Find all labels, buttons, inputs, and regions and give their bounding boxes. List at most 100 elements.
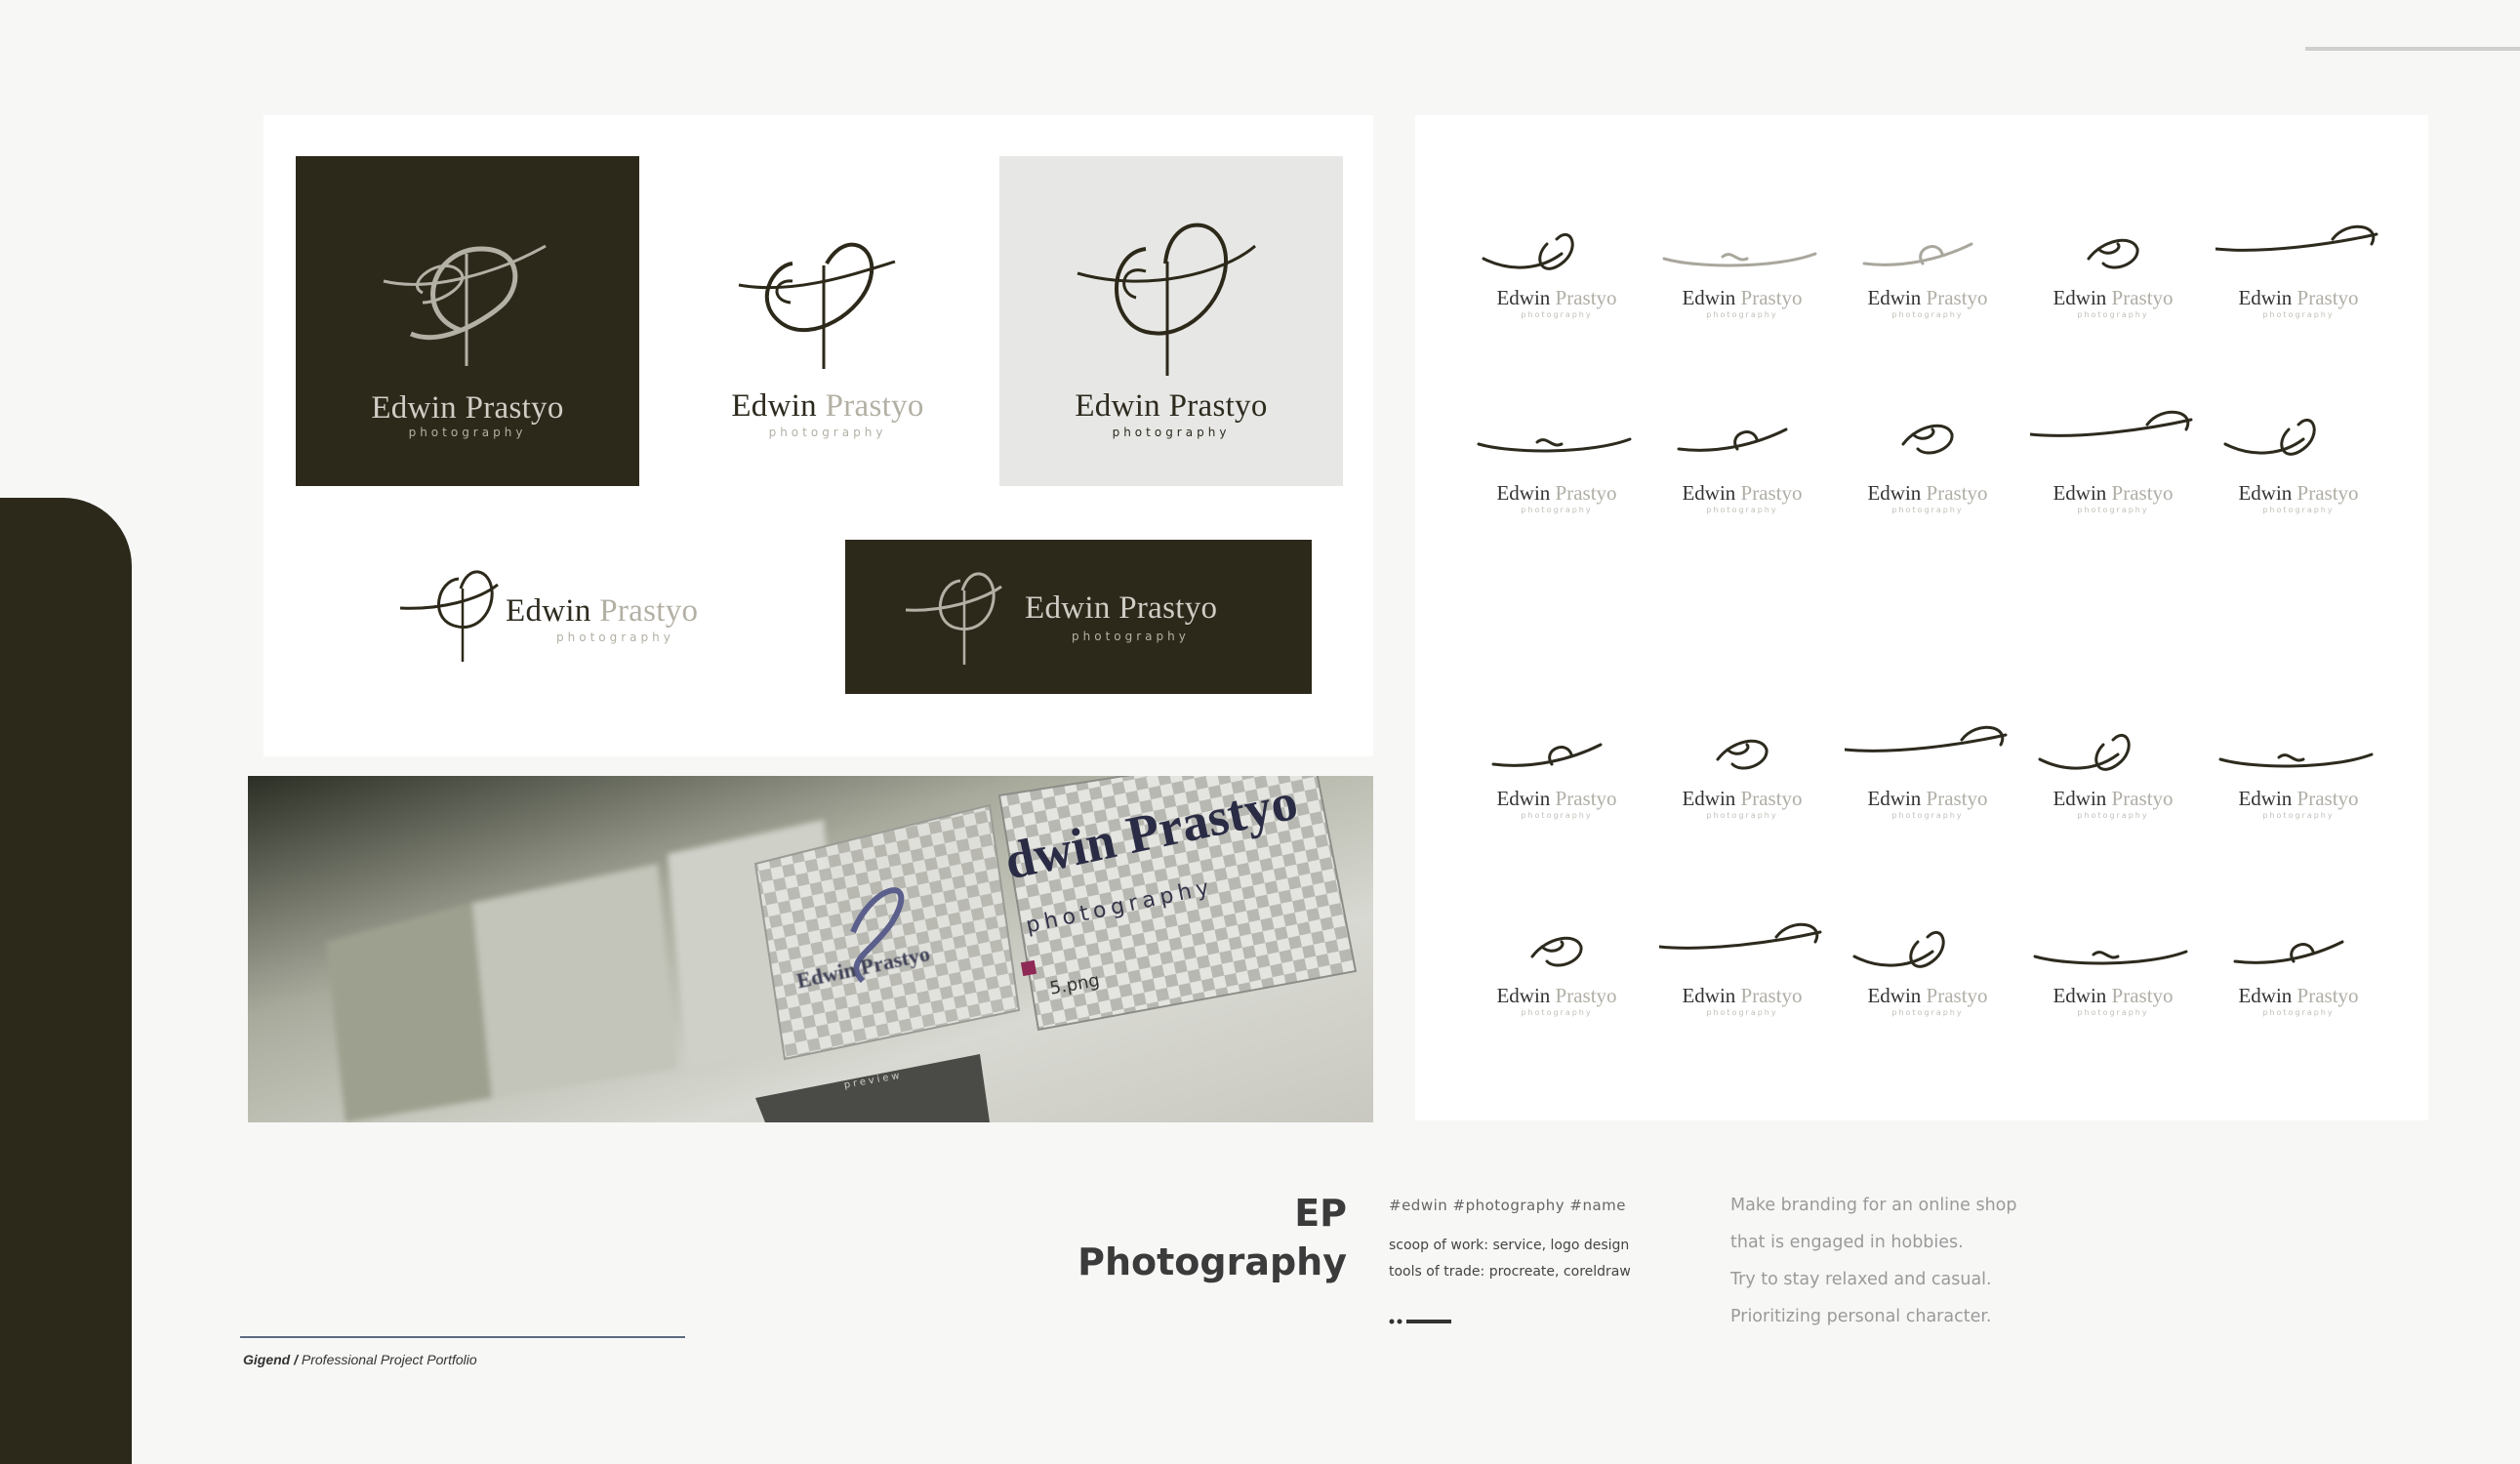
variant-tagline: photography xyxy=(2262,1008,2335,1017)
variant-brand-name: Edwin Prastyo xyxy=(2030,286,2196,310)
variant-first-name: Edwin xyxy=(1496,481,1551,505)
signature-variant: Edwin Prastyo photography xyxy=(2215,395,2381,542)
project-title-line1: EP xyxy=(1294,1192,1347,1235)
brand-first: Edwin xyxy=(371,390,457,426)
signature-mark-icon xyxy=(2033,950,2188,965)
variant-first-name: Edwin xyxy=(2238,286,2293,309)
variant-brand-name: Edwin Prastyo xyxy=(2030,984,2196,1008)
signature-mark-icon xyxy=(2087,238,2139,269)
brand-tagline: photography xyxy=(556,630,674,644)
variant-first-name: Edwin xyxy=(1867,481,1922,505)
variant-brand-name: Edwin Prastyo xyxy=(2030,787,2196,811)
variant-brand-name: Edwin Prastyo xyxy=(1474,787,1640,811)
variant-last-name: Prastyo xyxy=(2292,787,2359,810)
project-title: EP Photography xyxy=(1074,1189,1347,1286)
variant-tagline: photography xyxy=(1891,1008,1964,1017)
brand-last: Prastyo xyxy=(825,388,924,424)
variant-first-name: Edwin xyxy=(2053,286,2107,309)
variant-brand-name: Edwin Prastyo xyxy=(1474,286,1640,310)
tools-of-trade: tools of trade: procreate, coreldraw xyxy=(1389,1264,1631,1280)
variant-tagline: photography xyxy=(1521,310,1593,319)
description-line: that is engaged in hobbies. xyxy=(1730,1233,1964,1252)
signature-mark-icon xyxy=(1530,936,1583,967)
variant-brand-name: Edwin Prastyo xyxy=(2215,481,2381,506)
signature-mark-icon xyxy=(1491,743,1603,767)
description-line: Make branding for an online shop xyxy=(1730,1196,2017,1215)
signature-variant: Edwin Prastyo photography xyxy=(2030,200,2196,346)
signature-variant: Edwin Prastyo photography xyxy=(1659,395,1825,542)
variant-last-name: Prastyo xyxy=(2106,984,2174,1007)
signature-mark-icon xyxy=(2223,418,2316,456)
progress-dots-icon xyxy=(1389,1319,1451,1324)
logo-tile-white: Edwin Prastyo photography xyxy=(656,156,999,486)
variant-last-name: Prastyo xyxy=(1921,984,1988,1007)
variant-first-name: Edwin xyxy=(1867,787,1922,810)
variant-last-name: Prastyo xyxy=(2292,481,2359,505)
variant-last-name: Prastyo xyxy=(1550,286,1617,309)
variant-first-name: Edwin xyxy=(1867,984,1922,1007)
variant-first-name: Edwin xyxy=(1496,286,1551,309)
variant-brand-name: Edwin Prastyo xyxy=(1659,984,1825,1008)
variant-first-name: Edwin xyxy=(1682,286,1736,309)
brand-first: Edwin xyxy=(506,593,591,629)
signature-mark-icon xyxy=(2215,224,2378,252)
variant-brand-name: Edwin Prastyo xyxy=(2215,984,2381,1008)
brand-first: Edwin xyxy=(731,388,817,424)
signature-variant: Edwin Prastyo photography xyxy=(2215,898,2381,1044)
signature-variant: Edwin Prastyo photography xyxy=(2030,395,2196,542)
variant-first-name: Edwin xyxy=(1867,286,1922,309)
description-line: Prioritizing personal character. xyxy=(1730,1307,1992,1326)
variant-tagline: photography xyxy=(2262,506,2335,514)
variant-last-name: Prastyo xyxy=(1735,481,1803,505)
variant-brand-name: Edwin Prastyo xyxy=(2215,787,2381,811)
variant-tagline: photography xyxy=(1706,310,1778,319)
footer-author: Gigend / xyxy=(243,1352,298,1367)
variant-last-name: Prastyo xyxy=(1550,481,1617,505)
signature-mark-icon xyxy=(2218,752,2374,768)
variant-last-name: Prastyo xyxy=(1921,481,1988,505)
variant-first-name: Edwin xyxy=(2053,984,2107,1007)
description-line: Try to stay relaxed and casual. xyxy=(1730,1270,1992,1289)
project-description: Make branding for an online shop that is… xyxy=(1730,1187,2016,1335)
variant-first-name: Edwin xyxy=(1496,787,1551,810)
signature-variant: Edwin Prastyo photography xyxy=(2030,701,2196,847)
variant-tagline: photography xyxy=(2077,1008,2149,1017)
variant-brand-name: Edwin Prastyo xyxy=(1474,984,1640,1008)
variant-tagline: photography xyxy=(1891,310,1964,319)
logo-horizontal-white: Edwin Prastyo photography xyxy=(400,549,752,696)
variant-tagline: photography xyxy=(1521,811,1593,820)
scope-of-work: scoop of work: service, logo design xyxy=(1389,1238,1630,1253)
variant-brand-name: Edwin Prastyo xyxy=(1845,787,2011,811)
variant-last-name: Prastyo xyxy=(1550,787,1617,810)
brand-last: Prastyo xyxy=(465,390,564,426)
variant-first-name: Edwin xyxy=(2238,787,2293,810)
signature-variant: Edwin Prastyo photography xyxy=(1474,200,1640,346)
side-accent-panel xyxy=(0,498,132,1464)
variant-tagline: photography xyxy=(2077,811,2149,820)
signature-variant: Edwin Prastyo photography xyxy=(1659,200,1825,346)
variant-brand-name: Edwin Prastyo xyxy=(1845,481,2011,506)
variant-brand-name: Edwin Prastyo xyxy=(1845,984,2011,1008)
variant-last-name: Prastyo xyxy=(2106,286,2174,309)
variant-last-name: Prastyo xyxy=(1921,787,1988,810)
brand-tagline: photography xyxy=(1112,426,1231,439)
logo-tile-dark: Edwin Prastyo photography xyxy=(296,156,639,486)
variant-brand-name: Edwin Prastyo xyxy=(1845,286,2011,310)
variant-tagline: photography xyxy=(1891,811,1964,820)
brand-tagline: photography xyxy=(1072,630,1190,643)
variant-tagline: photography xyxy=(1891,506,1964,514)
project-title-line2: Photography xyxy=(1077,1240,1347,1283)
variant-brand-name: Edwin Prastyo xyxy=(2030,481,2196,506)
variant-last-name: Prastyo xyxy=(1550,984,1617,1007)
brand-tagline: photography xyxy=(768,426,887,439)
variant-last-name: Prastyo xyxy=(2292,286,2359,309)
logo-horizontal-dark: Edwin Prastyo photography xyxy=(845,540,1312,694)
brand-first: Edwin xyxy=(1075,388,1160,424)
variant-first-name: Edwin xyxy=(1682,787,1736,810)
variant-last-name: Prastyo xyxy=(1735,984,1803,1007)
variant-brand-name: Edwin Prastyo xyxy=(1659,787,1825,811)
signature-mark-icon xyxy=(1659,922,1822,950)
signature-variant: Edwin Prastyo photography xyxy=(1474,701,1640,847)
signature-mark-icon xyxy=(2233,940,2344,964)
signature-mark-icon xyxy=(2030,410,2193,437)
